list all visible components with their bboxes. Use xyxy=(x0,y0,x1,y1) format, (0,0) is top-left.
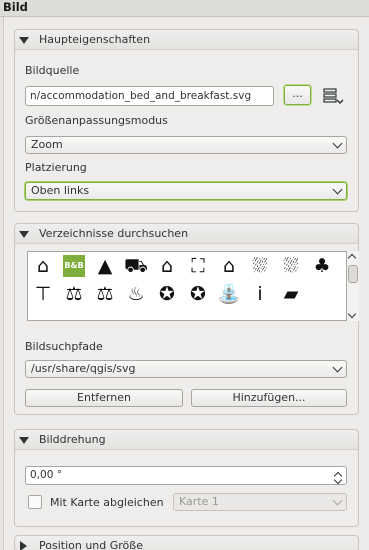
data-defined-override-icon[interactable] xyxy=(321,86,345,106)
map-value: Karte 1 xyxy=(179,495,219,508)
browse-button[interactable]: ... xyxy=(284,85,311,105)
position-size-title: Position und Größe xyxy=(39,539,143,550)
rotation-spinbox[interactable]: 0,00 ° xyxy=(25,466,347,485)
caravan-icon[interactable]: ⛟ xyxy=(124,255,148,277)
chevron-down-icon xyxy=(332,495,343,506)
resize-mode-label: Größenanpassungsmodus xyxy=(25,114,168,127)
info-icon[interactable]: i xyxy=(249,283,271,305)
rotation-value: 0,00 ° xyxy=(30,469,62,481)
shelter-rain-icon-2[interactable]: ⛆ xyxy=(280,255,302,277)
main-properties-group: Haupteigenschaften Bildquelle n/accommod… xyxy=(14,29,359,212)
collapse-arrow-icon[interactable] xyxy=(19,231,29,238)
panel-header: Bild xyxy=(0,0,369,17)
image-search-paths-label: Bildsuchpfade xyxy=(25,340,103,353)
chalet-icon[interactable]: ⌂ xyxy=(156,255,178,277)
remove-path-button[interactable]: Entfernen xyxy=(25,389,183,407)
panel-title: Bild xyxy=(3,0,28,14)
scroll-up-icon[interactable] xyxy=(347,253,357,263)
map-select[interactable]: Karte 1 xyxy=(173,493,347,511)
fire-emblem-icon-2[interactable]: ✪ xyxy=(187,283,209,305)
image-rotation-header[interactable]: Bilddrehung xyxy=(15,430,358,450)
placement-label: Platzierung xyxy=(25,161,87,174)
trees-icon[interactable]: ♣ xyxy=(311,255,333,277)
scroll-down-icon[interactable] xyxy=(347,309,357,319)
collapse-arrow-icon[interactable] xyxy=(19,437,29,444)
browse-directories-group: Verzeichnisse durchsuchen ⌂ B&B ▲ ⛟ ⌂ ⛶ ⌂ ⛆ ⛆ ♣ ⊤ ⚖… xyxy=(14,223,359,415)
sync-with-map-label: Mit Karte abgleichen xyxy=(50,496,164,509)
shelter-rain-icon[interactable]: ⛆ xyxy=(249,255,271,277)
search-path-value: /usr/share/qgis/svg xyxy=(31,362,136,375)
chevron-down-icon xyxy=(332,138,343,149)
fountain-icon[interactable]: ⛲ xyxy=(217,283,241,305)
collapse-arrow-icon[interactable] xyxy=(19,37,29,44)
fire-emblem-icon[interactable]: ✪ xyxy=(156,283,178,305)
image-rotation-group: Bilddrehung 0,00 ° Mit Karte abgleichen … xyxy=(14,429,359,527)
expand-arrow-icon[interactable] xyxy=(20,541,27,550)
tent-icon[interactable]: ▲ xyxy=(94,255,116,277)
bed-icon[interactable]: ⛶ xyxy=(187,255,209,277)
sync-with-map-checkbox[interactable] xyxy=(28,495,42,509)
placement-select[interactable]: Oben links xyxy=(25,182,347,200)
image-source-input[interactable]: n/accommodation_bed_and_breakfast.svg xyxy=(25,86,274,106)
panel-left-edge xyxy=(0,17,4,550)
position-size-header[interactable]: Position und Größe xyxy=(15,536,358,550)
book-icon[interactable]: ▰ xyxy=(280,283,302,305)
main-properties-title: Haupteigenschaften xyxy=(39,33,151,46)
chevron-down-icon xyxy=(332,362,343,373)
scales-icon[interactable]: ⚖ xyxy=(63,283,85,305)
house-icon[interactable]: ⌂ xyxy=(218,255,240,277)
search-path-select[interactable]: /usr/share/qgis/svg xyxy=(25,360,347,378)
bed-and-breakfast-icon[interactable]: B&B xyxy=(63,255,85,277)
chevron-down-icon xyxy=(332,184,343,195)
add-path-button[interactable]: Hinzufügen... xyxy=(191,389,347,407)
hut-icon[interactable]: ⌂ xyxy=(32,255,54,277)
scroll-thumb[interactable] xyxy=(348,265,358,283)
browse-directories-title: Verzeichnisse durchsuchen xyxy=(39,227,189,240)
svg-icon-grid[interactable]: ⌂ B&B ▲ ⛟ ⌂ ⛶ ⌂ ⛆ ⛆ ♣ ⊤ ⚖ ⚖ ♨ ✪ ✪ ⛲ i ▰ xyxy=(27,251,347,321)
image-source-label: Bildquelle xyxy=(25,64,80,77)
scales-icon-2[interactable]: ⚖ xyxy=(94,283,116,305)
svg-grid-scrollbar[interactable] xyxy=(347,251,359,321)
browse-directories-header[interactable]: Verzeichnisse durchsuchen xyxy=(15,224,358,244)
fire-icon[interactable]: ♨ xyxy=(125,283,147,305)
main-properties-header[interactable]: Haupteigenschaften xyxy=(15,30,358,50)
resize-mode-value: Zoom xyxy=(31,138,63,151)
resize-mode-select[interactable]: Zoom xyxy=(25,136,347,154)
picnic-table-icon[interactable]: ⊤ xyxy=(32,283,54,305)
image-rotation-title: Bilddrehung xyxy=(39,433,106,446)
position-size-group: Position und Größe xyxy=(14,535,359,550)
placement-value: Oben links xyxy=(31,184,90,197)
